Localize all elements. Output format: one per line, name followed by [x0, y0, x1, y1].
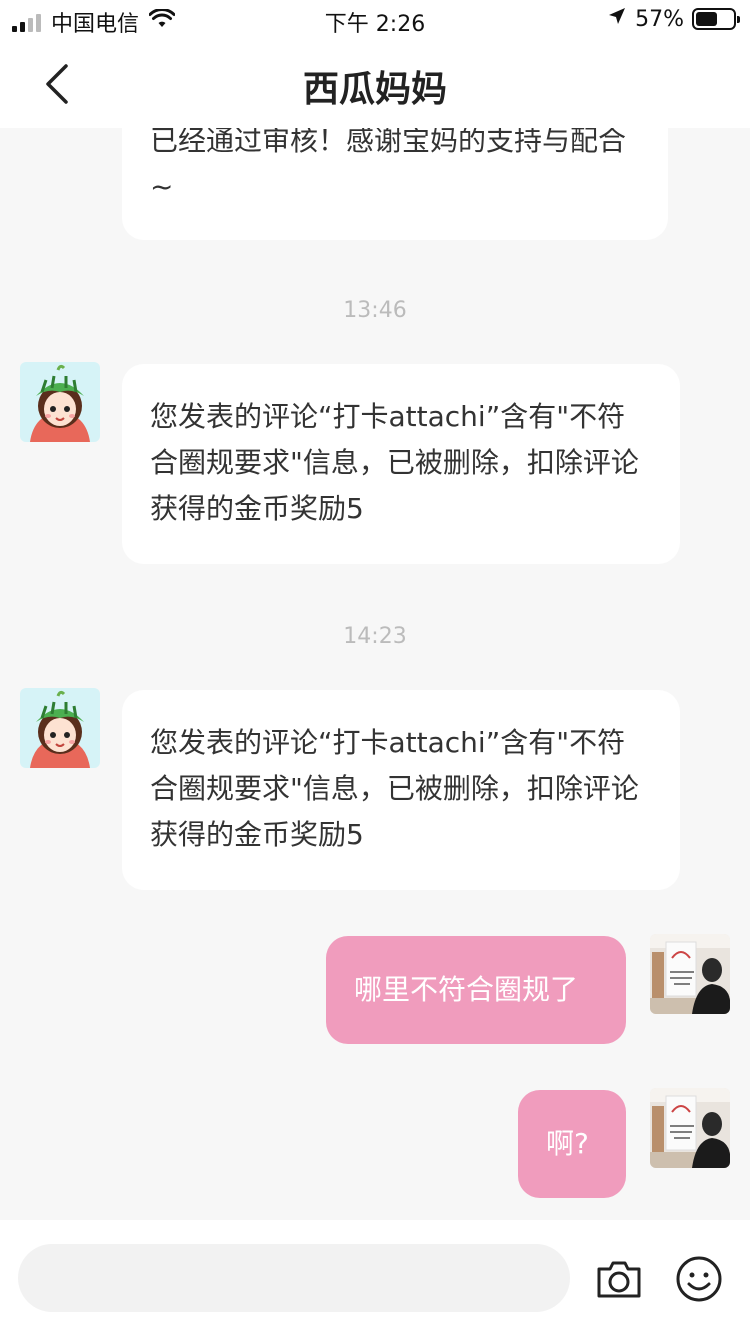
avatar[interactable]: [20, 362, 100, 442]
emoji-icon: [676, 1256, 722, 1302]
timestamp: 13:46: [343, 298, 407, 323]
avatar-girl-icon: [20, 688, 100, 768]
message-text: 啊?: [546, 1127, 589, 1160]
message-bubble-incoming: 您发表的评论“打卡attachi”含有"不符合圈规要求"信息，已被删除，扣除评论…: [122, 364, 680, 564]
battery-percent: 57%: [635, 6, 684, 32]
battery-fill: [696, 12, 717, 26]
message-text: 您发表的评论“打卡attachi”含有"不符合圈规要求"信息，已被删除，扣除评论…: [150, 400, 639, 525]
camera-button[interactable]: [594, 1254, 644, 1304]
camera-icon: [597, 1261, 641, 1298]
message-text: 哪里不符合圈规了: [354, 973, 579, 1006]
location-arrow-icon: [607, 6, 627, 32]
message-bubble-outgoing: 哪里不符合圈规了: [326, 936, 626, 1044]
message-text: 已经通过审核！感谢宝妈的支持与配合~: [150, 128, 627, 203]
my-avatar[interactable]: [650, 1088, 730, 1168]
photo-avatar-icon: [650, 934, 730, 1014]
message-bubble-incoming: 您发表的评论“打卡attachi”含有"不符合圈规要求"信息，已被删除，扣除评论…: [122, 690, 680, 890]
avatar-girl-icon: [20, 362, 100, 442]
message-bubble-outgoing: 啊?: [518, 1090, 626, 1198]
message-input[interactable]: [18, 1244, 570, 1312]
status-right: 57%: [607, 6, 740, 32]
input-bar: [0, 1220, 750, 1334]
timestamp: 14:23: [343, 624, 407, 649]
avatar[interactable]: [20, 688, 100, 768]
page-title: 西瓜妈妈: [302, 69, 447, 110]
message-text: 您发表的评论“打卡attachi”含有"不符合圈规要求"信息，已被删除，扣除评论…: [150, 726, 639, 851]
photo-avatar-icon: [650, 1088, 730, 1168]
chat-area[interactable]: 已经通过审核！感谢宝妈的支持与配合~ 13:46 您发表的评论“打卡attach…: [0, 128, 750, 1220]
battery-icon: [692, 8, 740, 30]
message-bubble-incoming: 已经通过审核！感谢宝妈的支持与配合~: [122, 128, 668, 240]
my-avatar[interactable]: [650, 934, 730, 1014]
nav-bar: 西瓜妈妈: [0, 40, 750, 128]
status-bar: 中国电信 下午 2:26 57%: [0, 0, 750, 40]
emoji-button[interactable]: [674, 1254, 724, 1304]
